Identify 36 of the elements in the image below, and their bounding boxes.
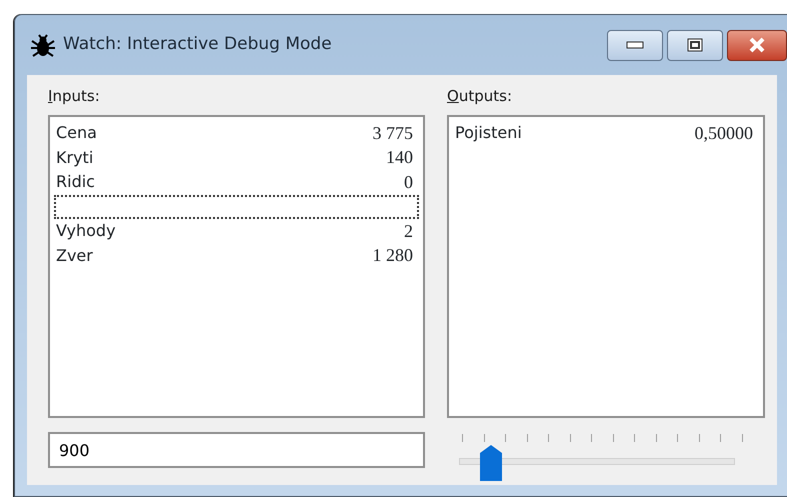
tick-mark: [720, 434, 721, 442]
close-icon: [748, 37, 766, 53]
focused-row[interactable]: [54, 194, 419, 219]
inputs-list[interactable]: Cena 3 775 Kryti 140 Ridic 0 Vyhody 2 Zver 1 280: [48, 115, 425, 418]
maximize-button[interactable]: [667, 30, 723, 60]
tick-mark: [698, 434, 700, 442]
tick-mark: [677, 434, 678, 442]
inputs-label: Inputs:: [48, 86, 101, 107]
window-title: Watch: Interactive Debug Mode: [63, 33, 332, 56]
outputs-label: Outputs:: [447, 86, 514, 107]
variable-name: Ridic: [56, 171, 95, 194]
variable-name: Cena: [56, 122, 97, 144]
value-field[interactable]: 900: [48, 432, 425, 468]
minimize-button[interactable]: [607, 30, 663, 60]
maximize-icon: [687, 38, 703, 52]
tick-mark: [591, 434, 592, 442]
tick-mark: [612, 434, 614, 442]
variable-name: Pojisteni: [455, 122, 522, 144]
close-button[interactable]: [727, 30, 787, 60]
variable-value: 2: [404, 220, 413, 243]
variable-value: 140: [386, 146, 413, 170]
tick-mark: [634, 434, 635, 442]
tick-mark: [526, 434, 528, 442]
variable-value: 0: [404, 170, 413, 194]
slider-thumb[interactable]: [480, 445, 502, 481]
variable-name: Zver: [56, 244, 93, 267]
variable-value: 0,50000: [694, 122, 753, 145]
tick-mark: [505, 434, 506, 442]
variable-value: 1 280: [372, 244, 413, 268]
variable-value: 3 775: [372, 122, 413, 145]
variable-name: Kryti: [56, 146, 94, 169]
outputs-list[interactable]: Pojisteni 0,50000: [447, 115, 765, 418]
tick-mark: [548, 434, 549, 442]
minimize-icon: [626, 41, 644, 49]
tick-mark: [462, 434, 463, 442]
variable-name: Vyhody: [56, 220, 116, 242]
